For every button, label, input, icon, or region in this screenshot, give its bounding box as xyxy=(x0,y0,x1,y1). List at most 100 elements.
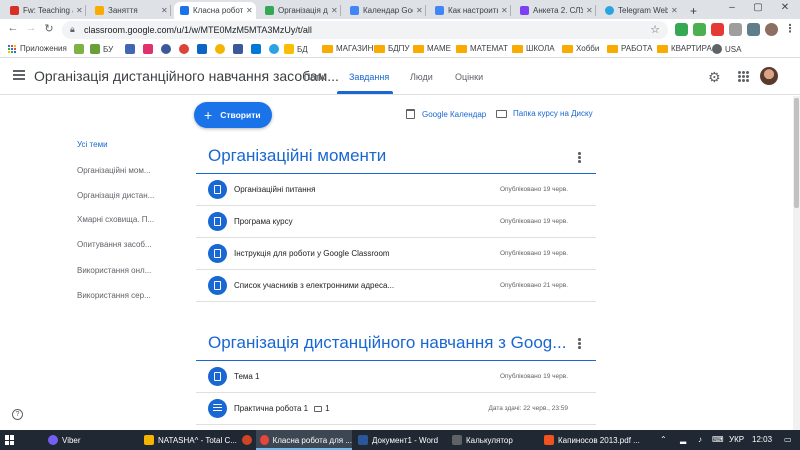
bookmark-folder-shkola[interactable]: ШКОЛА xyxy=(512,44,555,53)
new-tab-button[interactable]: + xyxy=(684,2,700,19)
close-tab-icon[interactable]: ✕ xyxy=(671,6,678,15)
taskbar-viber[interactable]: Viber xyxy=(44,430,104,450)
tab-classwork[interactable]: Завдання xyxy=(349,72,389,82)
site-icon[interactable] xyxy=(197,44,207,54)
close-tab-icon[interactable]: ✕ xyxy=(416,6,423,15)
bookmark-folder-kvartira[interactable]: КВАРТИРА xyxy=(657,44,712,53)
close-window-button[interactable]: ✕ xyxy=(775,2,795,13)
browser-menu-icon[interactable]: ⋮ xyxy=(783,22,797,35)
url-text[interactable]: classroom.google.com/u/1/w/MTE0MzM5MTA3M… xyxy=(84,25,312,35)
browser-tab-7[interactable]: Анкета 2. СЛУ ✕ xyxy=(514,2,596,19)
bookmark-bd[interactable]: БД xyxy=(284,44,308,54)
maximize-button[interactable]: ▢ xyxy=(748,2,768,13)
network-icon[interactable]: ▂ xyxy=(680,435,686,444)
extension-icon[interactable] xyxy=(711,23,724,36)
topic-all[interactable]: Усі теми xyxy=(77,140,108,149)
class-title[interactable]: Організація дистанційного навчання засоб… xyxy=(34,68,339,84)
address-bar[interactable]: 🔒︎ classroom.google.com/u/1/w/MTE0MzM5MT… xyxy=(62,21,668,39)
avatar[interactable] xyxy=(760,67,778,85)
list-item[interactable]: Список учасників з електронними адреса..… xyxy=(196,270,596,302)
site-icon[interactable] xyxy=(215,44,225,54)
close-tab-icon[interactable]: ✕ xyxy=(246,6,253,15)
profile-avatar[interactable] xyxy=(765,23,778,36)
topic-item[interactable]: Використання сер... xyxy=(77,291,151,300)
drive-folder-link[interactable]: Папка курсу на Диску xyxy=(496,109,593,118)
notifications-icon[interactable]: ▭ xyxy=(784,435,792,444)
extension-icon[interactable] xyxy=(693,23,706,36)
taskbar-pdf[interactable]: Капиносов 2013.pdf ... xyxy=(540,430,640,450)
bookmark-folder-mame[interactable]: МАМЕ xyxy=(413,44,451,53)
google-calendar-link[interactable]: Google Календар xyxy=(406,109,486,119)
close-tab-icon[interactable]: ✕ xyxy=(76,6,83,15)
browser-tab-2[interactable]: Заняття ✕ xyxy=(89,2,171,19)
create-button[interactable]: + Створити xyxy=(194,102,272,128)
list-item[interactable]: Тема 1 Опубліковано 19 черв. xyxy=(196,361,596,393)
bookmark-usa[interactable]: USA xyxy=(712,44,741,54)
topic-item[interactable]: Опитування засоб... xyxy=(77,240,152,249)
scrollbar-thumb[interactable] xyxy=(794,98,799,208)
section-title[interactable]: Організація дистанційного навчання з Goo… xyxy=(208,333,566,353)
bookmark-bu[interactable]: БУ xyxy=(90,44,113,54)
topic-item[interactable]: Організаційні мом... xyxy=(77,166,151,175)
extension-icon[interactable] xyxy=(675,23,688,36)
bookmark-folder-matemat[interactable]: МАТЕМАТ xyxy=(456,44,508,53)
bookmark-apps[interactable]: Приложения xyxy=(8,44,67,53)
more-options-icon[interactable] xyxy=(578,338,582,350)
forward-icon[interactable]: → xyxy=(24,22,38,34)
reload-icon[interactable]: ↻ xyxy=(42,22,56,35)
bookmark-folder-magazin[interactable]: МАГАЗИН xyxy=(322,44,373,53)
tray-chevron-icon[interactable]: ⌃ xyxy=(660,435,667,444)
back-icon[interactable]: ← xyxy=(6,22,20,34)
volume-icon[interactable]: ♪ xyxy=(698,435,702,444)
language-indicator[interactable]: УКР xyxy=(729,435,744,444)
tab-grades[interactable]: Оцінки xyxy=(455,72,483,82)
browser-tab-1[interactable]: Fw: Teaching a ✕ xyxy=(4,2,86,19)
bookmark-folder-hobbi[interactable]: Хобби xyxy=(562,44,599,53)
telegram-icon[interactable] xyxy=(269,44,279,54)
more-options-icon[interactable] xyxy=(578,152,582,164)
outlook-icon[interactable] xyxy=(251,44,261,54)
browser-tab-6[interactable]: Как настроить ✕ xyxy=(429,2,511,19)
bookmark-folder-bdpu[interactable]: БДПУ xyxy=(374,44,410,53)
list-item[interactable]: Інструкція для роботи у Google Classroom… xyxy=(196,238,596,270)
google-apps-icon[interactable] xyxy=(738,71,749,82)
close-tab-icon[interactable]: ✕ xyxy=(501,6,508,15)
google-plus-icon[interactable] xyxy=(179,44,189,54)
help-icon[interactable]: ? xyxy=(12,409,23,420)
list-item[interactable]: Програма курсу Опубліковано 19 черв. xyxy=(196,206,596,238)
taskbar-total-commander[interactable]: NATASHA^ - Total C... xyxy=(140,430,240,450)
browser-tab-3-active[interactable]: Класна робота ✕ xyxy=(174,2,256,19)
extension-icon[interactable] xyxy=(729,23,742,36)
minimize-button[interactable]: – xyxy=(722,2,742,13)
list-item[interactable]: Практична робота 1 1 Дата здачі: 22 черв… xyxy=(196,393,596,425)
facebook-icon[interactable] xyxy=(233,44,243,54)
browser-tab-5[interactable]: Календар Goo ✕ xyxy=(344,2,426,19)
facebook-icon[interactable] xyxy=(161,44,171,54)
extension-icon[interactable] xyxy=(747,23,760,36)
tab-people[interactable]: Люди xyxy=(410,72,433,82)
gear-icon[interactable]: ⚙ xyxy=(708,69,721,86)
section-title[interactable]: Організаційні моменти xyxy=(208,146,386,166)
topic-item[interactable]: Використання онл... xyxy=(77,266,151,275)
keyboard-layout-icon[interactable]: ⌨ xyxy=(712,435,724,444)
close-tab-icon[interactable]: ✕ xyxy=(161,6,168,15)
site-icon[interactable] xyxy=(125,44,135,54)
browser-tab-8[interactable]: Telegram Web ✕ xyxy=(599,2,681,19)
site-icon[interactable] xyxy=(74,44,84,54)
close-tab-icon[interactable]: ✕ xyxy=(586,6,593,15)
taskbar-word[interactable]: Документ1 - Word xyxy=(354,430,450,450)
windows-start-icon[interactable] xyxy=(5,435,15,445)
close-tab-icon[interactable]: ✕ xyxy=(331,6,338,15)
hamburger-menu-icon[interactable] xyxy=(13,70,25,80)
topic-item[interactable]: Організація дистан... xyxy=(77,191,154,200)
list-item[interactable]: Організаційні питання Опубліковано 19 че… xyxy=(196,174,596,206)
topic-item[interactable]: Хмарні сховища. П... xyxy=(77,215,154,224)
taskbar-chrome[interactable]: Класна робота для ... xyxy=(256,430,352,450)
taskbar-powerpoint[interactable] xyxy=(238,430,256,450)
bookmark-folder-rabota[interactable]: РАБОТА xyxy=(607,44,652,53)
instagram-icon[interactable] xyxy=(143,44,153,54)
tab-stream[interactable]: Потік xyxy=(304,72,325,82)
browser-tab-4[interactable]: Організація д ✕ xyxy=(259,2,341,19)
clock[interactable]: 12:03 xyxy=(752,435,772,444)
bookmark-star-icon[interactable]: ☆ xyxy=(650,23,660,36)
